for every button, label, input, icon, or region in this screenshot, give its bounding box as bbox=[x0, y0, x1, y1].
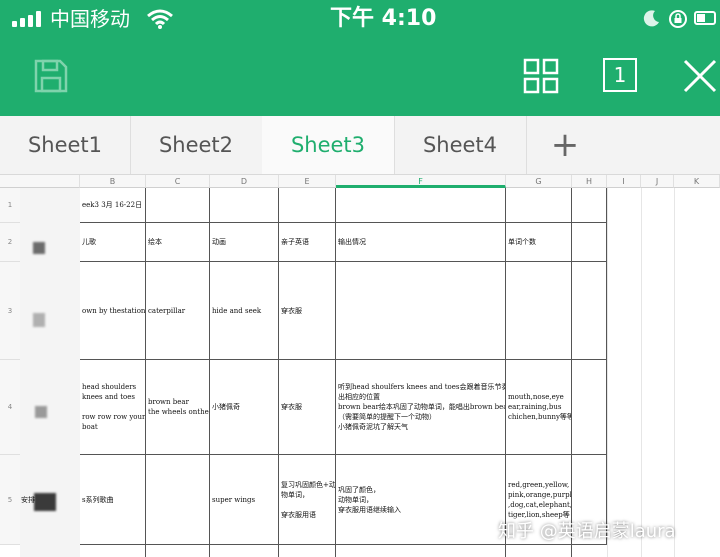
cell-h4[interactable] bbox=[572, 360, 607, 455]
cell-c5[interactable] bbox=[146, 455, 210, 545]
cell-g4[interactable]: mouth,nose,eye ear,raining,bus chichen,bun… bbox=[506, 360, 572, 455]
cell-g1[interactable] bbox=[506, 188, 572, 223]
cell-c1[interactable] bbox=[146, 188, 210, 223]
cell-d1[interactable] bbox=[210, 188, 279, 223]
wifi-icon bbox=[147, 9, 173, 29]
cell-c2[interactable]: 绘本 bbox=[146, 223, 210, 262]
tab-sheet1[interactable]: Sheet1 bbox=[0, 116, 131, 174]
row5-a-label: 安排 bbox=[21, 496, 35, 504]
app-header: 中国移动 下午 4:10 1 bbox=[0, 0, 720, 116]
save-icon[interactable] bbox=[33, 58, 69, 94]
grid-line bbox=[674, 188, 675, 557]
zhihu-watermark: 知乎 @英语启蒙laura bbox=[498, 521, 676, 542]
cell-c4[interactable]: brown bearthe wheels onthe bus bbox=[146, 360, 210, 455]
cell-d4[interactable]: 小猪佩奇 bbox=[210, 360, 279, 455]
cell-g2[interactable]: 单词个数 bbox=[506, 223, 572, 262]
cell-d3[interactable]: hide and seek bbox=[210, 262, 279, 360]
cell-e6[interactable] bbox=[279, 545, 336, 557]
sheet-count-button[interactable]: 1 bbox=[603, 58, 637, 92]
cell-h3[interactable] bbox=[572, 262, 607, 360]
redacted-mark bbox=[34, 493, 56, 511]
tab-sheet3[interactable]: Sheet3 bbox=[262, 116, 395, 174]
cell-e3[interactable]: 穿衣服 bbox=[279, 262, 336, 360]
column-header-b[interactable]: B bbox=[80, 175, 146, 188]
column-header-e[interactable]: E bbox=[279, 175, 336, 188]
redacted-mark bbox=[33, 242, 45, 254]
status-bar: 中国移动 下午 4:10 bbox=[0, 0, 720, 38]
cell-f6[interactable] bbox=[336, 545, 506, 557]
cell-b1[interactable]: eek3 3月 16-22日 bbox=[80, 188, 146, 223]
close-icon[interactable] bbox=[682, 58, 718, 94]
grid-line bbox=[607, 188, 608, 557]
cell-d2[interactable]: 动画 bbox=[210, 223, 279, 262]
column-header-f[interactable]: F bbox=[336, 175, 506, 188]
row-header-3[interactable]: 3 bbox=[0, 262, 20, 360]
cell-b4[interactable]: head shoulders knees and toes row row row… bbox=[80, 360, 146, 455]
cell-e5[interactable]: 复习巩固颜色+动 物单词， 穿衣服用语 bbox=[279, 455, 336, 545]
carrier-name: 中国移动 bbox=[50, 7, 130, 31]
cell-d5[interactable]: super wings bbox=[210, 455, 279, 545]
cell-d6[interactable] bbox=[210, 545, 279, 557]
column-header-h[interactable]: H bbox=[572, 175, 607, 188]
add-sheet-button[interactable]: + bbox=[528, 116, 602, 174]
cell-c3[interactable]: caterpillar bbox=[146, 262, 210, 360]
column-header-d[interactable]: D bbox=[210, 175, 279, 188]
cell-h2[interactable] bbox=[572, 223, 607, 262]
row-header-5[interactable]: 5 bbox=[0, 455, 20, 545]
column-header-j[interactable]: J bbox=[641, 175, 674, 188]
column-header-c[interactable]: C bbox=[146, 175, 210, 188]
cell-e1[interactable] bbox=[279, 188, 336, 223]
cell-g6[interactable] bbox=[506, 545, 572, 557]
cellular-signal-icon bbox=[12, 11, 42, 27]
tab-sheet4[interactable]: Sheet4 bbox=[394, 116, 527, 174]
cell-b3[interactable]: own by thestation bbox=[80, 262, 146, 360]
row-header-4[interactable]: 4 bbox=[0, 360, 20, 455]
tab-sheet2[interactable]: Sheet2 bbox=[130, 116, 263, 174]
column-header-k[interactable]: K bbox=[674, 175, 720, 188]
cell-b6[interactable] bbox=[80, 545, 146, 557]
spreadsheet-grid[interactable]: B C D E F G H I J K 1 2 3 4 5 安排 eek3 3月… bbox=[0, 175, 720, 557]
redacted-mark bbox=[33, 313, 45, 327]
corner-header bbox=[0, 175, 80, 188]
cell-g3[interactable] bbox=[506, 262, 572, 360]
rotation-lock-icon bbox=[669, 10, 687, 28]
cell-f5[interactable]: 巩固了颜色， 动物单词， 穿衣服用语继续输入 bbox=[336, 455, 506, 545]
cell-f1[interactable] bbox=[336, 188, 506, 223]
cell-b5[interactable]: s系列歌曲 bbox=[80, 455, 146, 545]
row-header-1[interactable]: 1 bbox=[0, 188, 20, 223]
battery-icon bbox=[694, 11, 716, 25]
redacted-mark bbox=[35, 406, 47, 418]
cell-h1[interactable] bbox=[572, 188, 607, 223]
cell-f4[interactable]: 听到head shoulfers knees and toes会跟着音乐节奏一起… bbox=[336, 360, 506, 455]
cell-f3[interactable] bbox=[336, 262, 506, 360]
sheet-tab-bar: Sheet1 Sheet2 Sheet3 Sheet4 + bbox=[0, 116, 720, 175]
cell-f2[interactable]: 输出情况 bbox=[336, 223, 506, 262]
cell-b2[interactable]: 儿歌 bbox=[80, 223, 146, 262]
cell-e4[interactable]: 穿衣服 bbox=[279, 360, 336, 455]
cell-e2[interactable]: 亲子英语 bbox=[279, 223, 336, 262]
status-time: 下午 4:10 bbox=[330, 6, 437, 31]
row-header-2[interactable]: 2 bbox=[0, 223, 20, 262]
column-header-i[interactable]: I bbox=[607, 175, 641, 188]
do-not-disturb-moon-icon bbox=[643, 10, 659, 27]
grid-line bbox=[641, 188, 642, 557]
cell-c6[interactable] bbox=[146, 545, 210, 557]
column-header-g[interactable]: G bbox=[506, 175, 572, 188]
grid-view-icon[interactable] bbox=[523, 58, 559, 94]
